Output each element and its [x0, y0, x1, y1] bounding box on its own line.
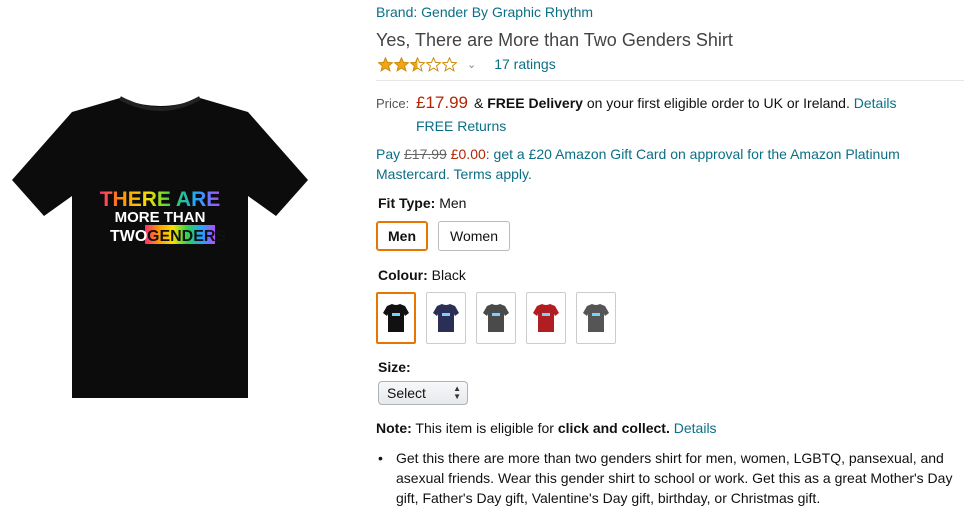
brand-link[interactable]: Brand: Gender By Graphic Rhythm: [376, 4, 593, 20]
promo-old-price: £17.99: [404, 146, 447, 162]
tshirt-thumb-icon: [583, 304, 609, 332]
free-returns-link[interactable]: FREE Returns: [416, 118, 506, 134]
colour-swatch[interactable]: [576, 292, 616, 344]
bullet-text: Get this there are more than two genders…: [396, 450, 953, 506]
promo-new-price: £0.00: [450, 146, 486, 162]
colour-swatch[interactable]: [376, 292, 416, 344]
price-label: Price:: [376, 96, 410, 111]
fit-type-label: Fit Type: Men: [378, 195, 466, 211]
note-text: This item is eligible for: [415, 420, 554, 436]
tshirt-thumb-icon: [483, 304, 509, 332]
shirt-print-line3a: TWO: [110, 228, 147, 245]
click-collect-note: Note: This item is eligible for click an…: [376, 420, 717, 436]
tshirt-thumb-icon: [433, 304, 459, 332]
tshirt-thumb-icon: [533, 304, 559, 332]
note-details-link[interactable]: Details: [674, 420, 717, 436]
size-title: Size:: [378, 359, 411, 375]
price-amp: &: [474, 95, 484, 111]
promo-text[interactable]: Pay £17.99 £0.00: get a £20 Amazon Gift …: [376, 144, 936, 184]
note-bold: click and collect.: [557, 420, 670, 436]
free-delivery: FREE Delivery: [487, 95, 583, 111]
size-select[interactable]: Select ▲ ▼: [378, 381, 468, 405]
colour-swatch[interactable]: [476, 292, 516, 344]
select-arrows-icon: ▲ ▼: [453, 384, 461, 401]
chevron-down-icon[interactable]: ⌄: [467, 58, 476, 71]
promo-pay: Pay: [376, 146, 401, 162]
fit-type-options: Men Women: [376, 221, 510, 251]
star-icon: [442, 56, 457, 72]
star-icon: [426, 56, 441, 72]
price-row: Price: £17.99 & FREE Delivery on your fi…: [376, 93, 897, 113]
product-image[interactable]: THERE ARE MORE THAN TWO GENDERS: [8, 88, 312, 404]
price-value: £17.99: [416, 93, 468, 112]
ratings-link[interactable]: 17 ratings: [494, 56, 555, 72]
fit-option-women[interactable]: Women: [438, 221, 510, 251]
tshirt-thumb-icon: [383, 304, 409, 332]
star-icon: [394, 56, 409, 72]
colour-swatches: [376, 292, 616, 344]
tshirt-image: THERE ARE MORE THAN TWO GENDERS: [12, 96, 308, 398]
note-label: Note:: [376, 420, 412, 436]
shirt-print-line2: MORE THAN: [115, 209, 206, 226]
colour-label: Colour: Black: [378, 267, 466, 283]
rating-row: ⌄ 17 ratings: [378, 56, 556, 72]
colour-value: Black: [431, 267, 466, 283]
fit-type-title: Fit Type:: [378, 195, 436, 211]
bullet-dot: •: [378, 450, 383, 466]
shirt-print-line3b: GENDERS: [147, 228, 226, 245]
shirt-print-line1: THERE ARE: [100, 188, 221, 211]
colour-swatch[interactable]: [526, 292, 566, 344]
feature-bullet: • Get this there are more than two gende…: [376, 448, 964, 508]
fit-type-value: Men: [439, 195, 467, 211]
product-title: Yes, There are More than Two Genders Shi…: [376, 30, 733, 50]
delivery-text: on your first eligible order to UK or Ir…: [586, 95, 850, 111]
colour-swatch[interactable]: [426, 292, 466, 344]
divider: [376, 80, 964, 81]
size-select-value: Select: [387, 385, 426, 401]
star-icon: [410, 56, 425, 72]
delivery-details-link[interactable]: Details: [854, 95, 897, 111]
fit-option-men[interactable]: Men: [376, 221, 428, 251]
colour-title: Colour:: [378, 267, 428, 283]
size-label: Size:: [378, 359, 411, 375]
star-icon: [378, 56, 393, 72]
star-rating[interactable]: [378, 56, 457, 72]
